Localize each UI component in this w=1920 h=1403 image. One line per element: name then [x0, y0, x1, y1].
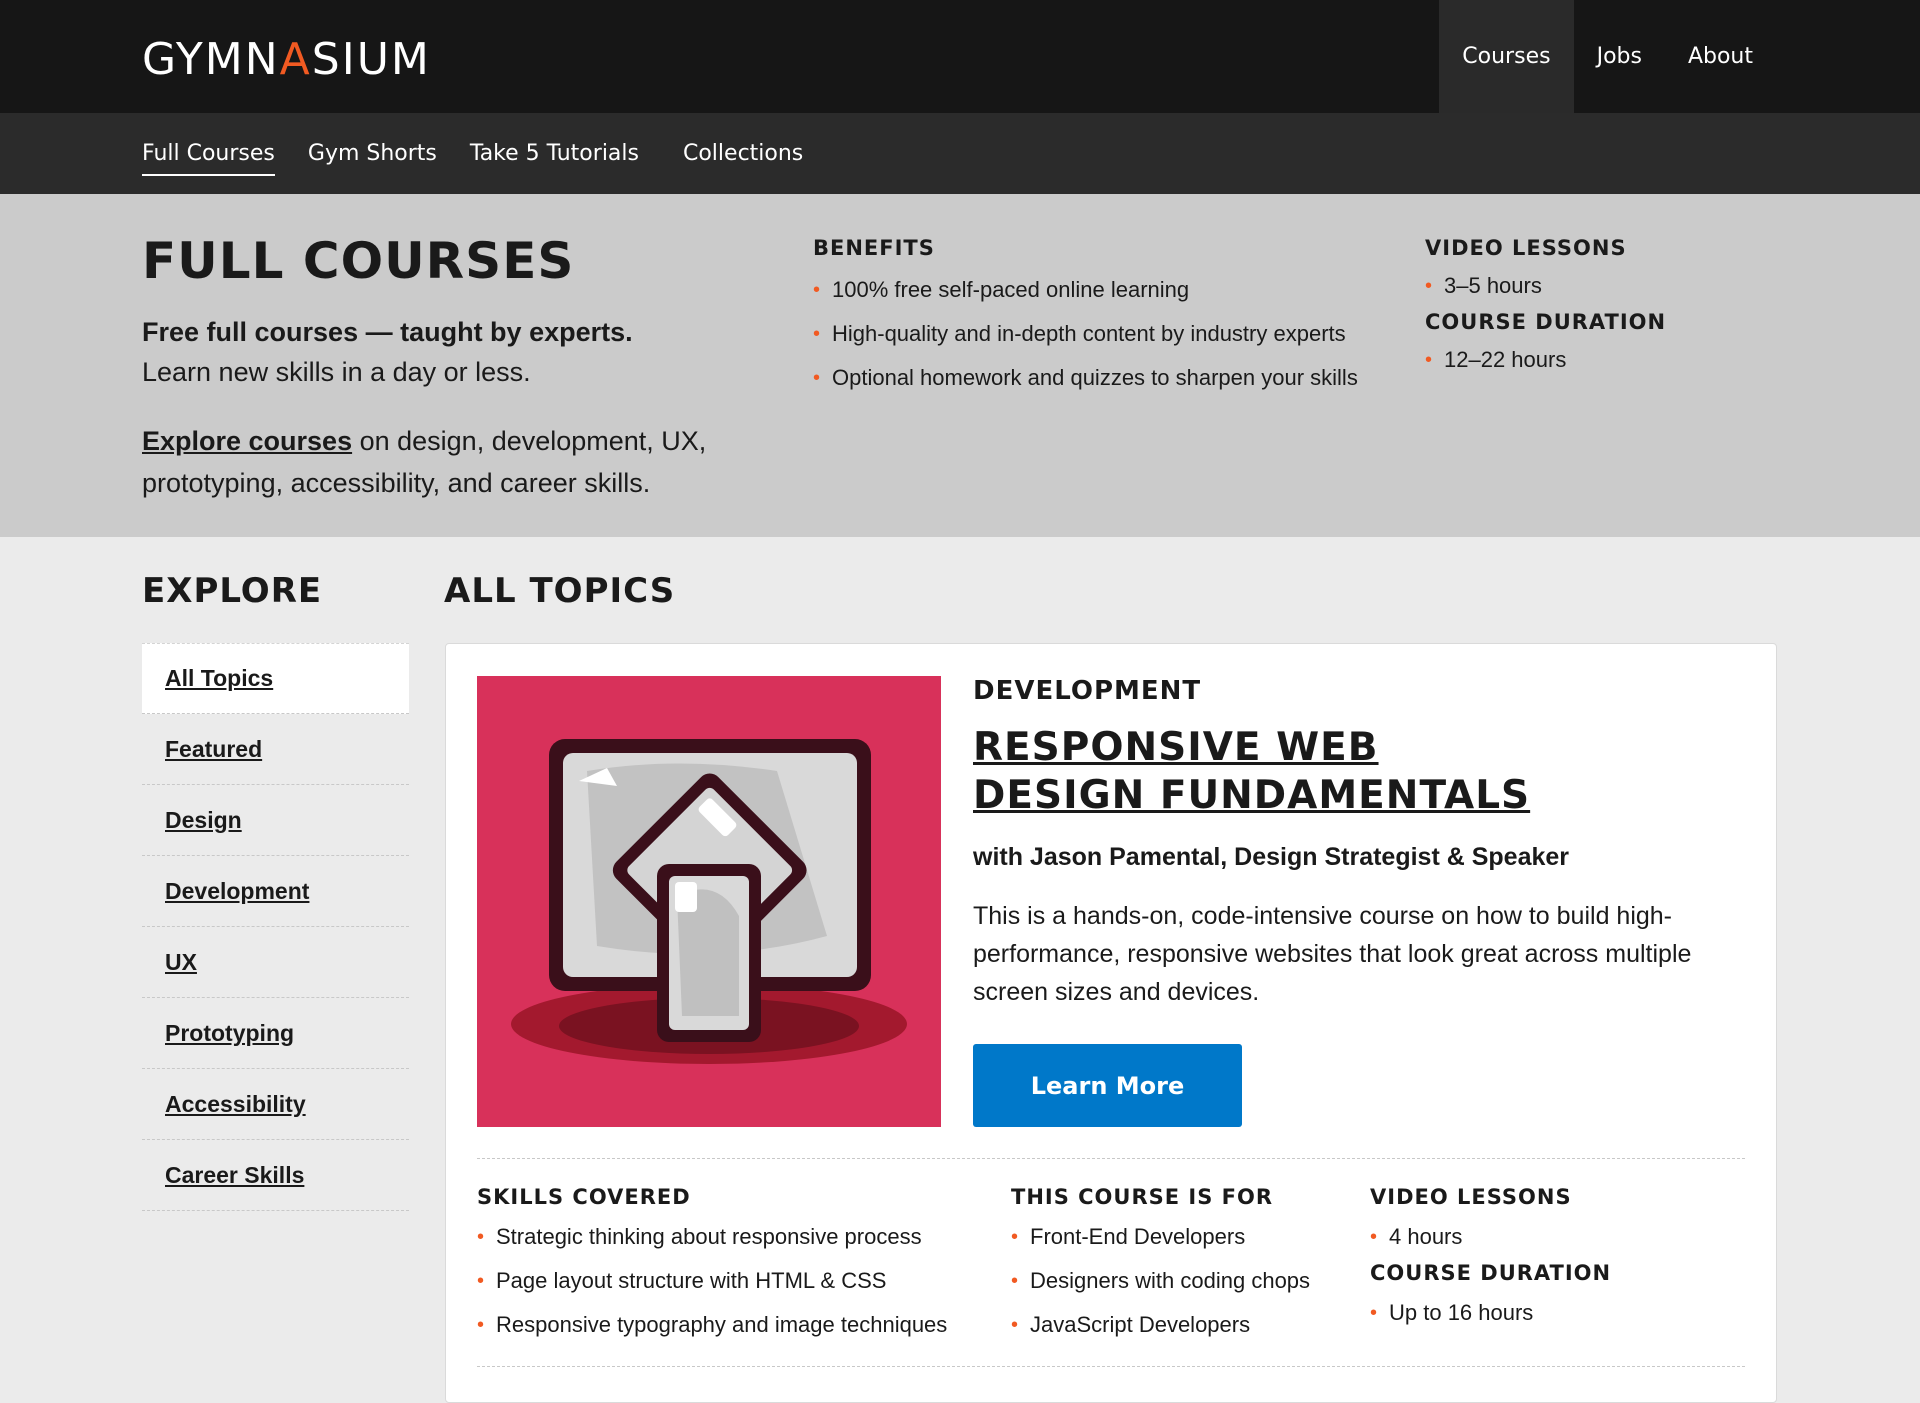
video-lessons-heading: VIDEO LESSONS: [1370, 1185, 1572, 1209]
sidebar-item-featured[interactable]: Featured: [142, 714, 409, 785]
benefits-list: 100% free self-paced online learning Hig…: [813, 268, 1358, 400]
sidebar-item-all-topics[interactable]: All Topics: [142, 643, 409, 714]
benefit-item: 100% free self-paced online learning: [813, 268, 1358, 312]
course-stats-column: VIDEO LESSONS 4 hours COURSE DURATION Up…: [1370, 1185, 1611, 1335]
subnav-take-5-tutorials[interactable]: Take 5 Tutorials: [470, 131, 639, 176]
video-lessons-value: 3–5 hours: [1425, 264, 1666, 308]
course-description: This is a hands-on, code-intensive cours…: [973, 902, 1692, 1006]
card-divider: [477, 1158, 1745, 1159]
skill-item: Page layout structure with HTML & CSS: [477, 1259, 947, 1303]
video-lessons-list: 3–5 hours: [1425, 264, 1666, 308]
subnav-collections[interactable]: Collections: [683, 131, 803, 176]
all-topics-heading: ALL TOPICS: [444, 571, 676, 611]
nav-jobs[interactable]: Jobs: [1574, 0, 1665, 113]
sidebar-link[interactable]: Accessibility: [165, 1091, 306, 1118]
explore-sidebar: All Topics Featured Design Development U…: [142, 643, 409, 1211]
course-duration-value: Up to 16 hours: [1370, 1291, 1611, 1335]
course-duration-heading: COURSE DURATION: [1425, 310, 1667, 334]
video-lessons-heading: VIDEO LESSONS: [1425, 236, 1627, 260]
hero-explore-text: Explore courses on design, development, …: [142, 420, 762, 504]
hero-subline: Learn new skills in a day or less.: [142, 357, 531, 387]
skill-item: Responsive typography and image techniqu…: [477, 1303, 947, 1347]
benefit-item: Optional homework and quizzes to sharpen…: [813, 356, 1358, 400]
hero-tagline: Free full courses — taught by experts.: [142, 317, 633, 347]
hero-stats-column: VIDEO LESSONS 3–5 hours COURSE DURATION …: [1425, 236, 1666, 382]
audience-heading: THIS COURSE IS FOR: [1011, 1185, 1274, 1209]
skills-column: SKILLS COVERED Strategic thinking about …: [477, 1185, 947, 1347]
course-card: DEVELOPMENT RESPONSIVE WEB DESIGN FUNDAM…: [445, 643, 1777, 1403]
logo-text-pre: GYMN: [142, 34, 280, 85]
sidebar-item-design[interactable]: Design: [142, 785, 409, 856]
course-duration-list: 12–22 hours: [1425, 338, 1666, 382]
sidebar-link[interactable]: All Topics: [165, 665, 273, 692]
main-nav: Courses Jobs About: [1439, 0, 1776, 113]
sidebar-link[interactable]: Prototyping: [165, 1020, 294, 1047]
sidebar-link[interactable]: Featured: [165, 736, 262, 763]
sidebar-item-accessibility[interactable]: Accessibility: [142, 1069, 409, 1140]
audience-item: Front-End Developers: [1011, 1215, 1310, 1259]
nav-courses[interactable]: Courses: [1439, 0, 1574, 113]
logo-text-post: SIUM: [311, 34, 431, 85]
subnav-gym-shorts[interactable]: Gym Shorts: [308, 131, 437, 176]
course-duration-list: Up to 16 hours: [1370, 1291, 1611, 1335]
explore-courses-link[interactable]: Explore courses: [142, 426, 352, 456]
audience-column: THIS COURSE IS FOR Front-End Developers …: [1011, 1185, 1310, 1347]
sidebar-item-prototyping[interactable]: Prototyping: [142, 998, 409, 1069]
learn-more-button[interactable]: Learn More: [973, 1044, 1242, 1127]
audience-list: Front-End Developers Designers with codi…: [1011, 1215, 1310, 1347]
audience-item: Designers with coding chops: [1011, 1259, 1310, 1303]
skill-item: Strategic thinking about responsive proc…: [477, 1215, 947, 1259]
top-navbar: GYMNASIUM Courses Jobs About: [0, 0, 1920, 113]
course-duration-heading: COURSE DURATION: [1370, 1261, 1612, 1285]
sub-navbar: Full Courses Gym Shorts Take 5 Tutorials…: [0, 113, 1920, 194]
course-category: DEVELOPMENT: [973, 676, 1202, 706]
audience-item: JavaScript Developers: [1011, 1303, 1310, 1347]
sidebar-link[interactable]: UX: [165, 949, 197, 976]
logo-text-accent: A: [279, 34, 312, 85]
benefits-heading: BENEFITS: [813, 236, 935, 260]
video-lessons-value: 4 hours: [1370, 1215, 1611, 1259]
gymnasium-logo[interactable]: GYMNASIUM: [142, 34, 431, 85]
benefits-column: BENEFITS 100% free self-paced online lea…: [813, 236, 1358, 400]
skills-list: Strategic thinking about responsive proc…: [477, 1215, 947, 1347]
course-instructor: with Jason Pamental, Design Strategist &…: [973, 843, 1570, 871]
course-type-nav: Full Courses Gym Shorts Take 5 Tutorials…: [142, 113, 836, 194]
sidebar-link[interactable]: Design: [165, 807, 242, 834]
sidebar-link[interactable]: Career Skills: [165, 1162, 304, 1189]
nav-about[interactable]: About: [1665, 0, 1776, 113]
page-title: FULL COURSES: [142, 232, 575, 290]
responsive-devices-illustration: [511, 739, 907, 1064]
video-lessons-list: 4 hours: [1370, 1215, 1611, 1259]
sidebar-link[interactable]: Development: [165, 878, 309, 905]
sidebar-item-ux[interactable]: UX: [142, 927, 409, 998]
course-title-link[interactable]: RESPONSIVE WEB DESIGN FUNDAMENTALS: [973, 724, 1533, 820]
sidebar-item-career-skills[interactable]: Career Skills: [142, 1140, 409, 1211]
explore-heading: EXPLORE: [142, 571, 323, 611]
skills-heading: SKILLS COVERED: [477, 1185, 691, 1209]
sidebar-item-development[interactable]: Development: [142, 856, 409, 927]
benefit-item: High-quality and in-depth content by ind…: [813, 312, 1358, 356]
hero-section: FULL COURSES Free full courses — taught …: [0, 194, 1920, 537]
card-bottom-divider: [477, 1366, 1745, 1367]
subnav-full-courses[interactable]: Full Courses: [142, 131, 275, 176]
course-thumbnail[interactable]: [477, 676, 941, 1127]
course-duration-value: 12–22 hours: [1425, 338, 1666, 382]
